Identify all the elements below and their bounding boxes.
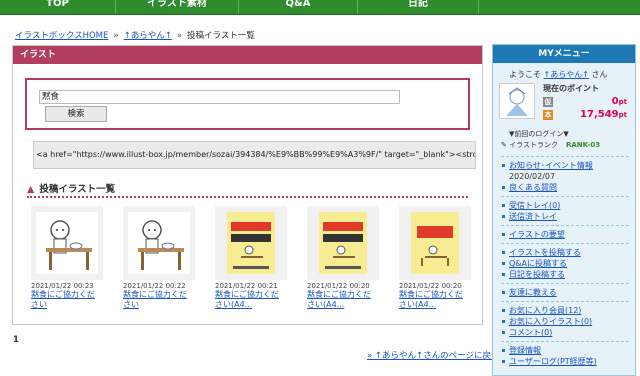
illust-item[interactable]: 2021/01/22 00:21 黙食にご協力くだ さい(A4... [215,206,287,310]
real-badge: 本 [543,109,553,120]
nav-qa[interactable]: Q&A [239,0,358,14]
sidebar-link[interactable]: 友達に教える [501,287,629,298]
sidebar-link[interactable]: お気に入りイラスト(0) [501,316,629,327]
breadcrumb-current: 投稿イラスト一覧 [187,31,255,41]
illust-date: 2021/01/22 00:23 [31,282,94,290]
illust-title[interactable]: 黙食にご協力くだ さい(A4... [307,290,371,309]
embed-code-box[interactable]: <a href="https://www.illust-box.jp/membe… [33,141,476,169]
avatar-image [506,87,528,116]
illust-date: 2021/01/22 00:20 [307,282,370,290]
breadcrumb-sep: » [113,31,119,41]
character-eating-image [138,220,184,270]
rank-value: RANK-03 [565,141,601,149]
pencil-icon: ✎ [501,141,507,149]
sidebar-link[interactable]: イラストを投稿する [501,247,629,258]
main-header: イラスト [13,46,482,64]
sidebar-link[interactable]: イラストの要望 [501,229,629,240]
illust-title[interactable]: 黙食にご協力くだ さい [31,290,95,309]
search-input[interactable]: 黙食 [39,90,400,104]
illust-date: 2021/01/22 00:21 [215,282,278,290]
illust-date: 2021/01/22 00:20 [399,282,462,290]
back-to-user-link[interactable]: » ↑あらやん↑さんのページに戻る [367,349,499,361]
provisional-points: 仮 0pt [543,96,627,107]
illust-rank: ✎ イラストランク RANK-03 [501,141,601,149]
sidebar-link[interactable]: Q&Aに投稿する [501,258,629,269]
points-label: 現在のポイント [543,84,599,93]
sidebar-links: お知らせ･イベント情報 2020/02/07 良くある質問 受信トレイ(0) 送… [501,153,629,367]
nav-top[interactable]: TOP [0,0,116,14]
sidebar-link[interactable]: 送信済トレイ [501,211,629,222]
sidebar-link[interactable]: 登録情報 [501,345,629,356]
breadcrumb-sep: » [176,31,183,41]
sidebar-link[interactable]: お気に入り会員(12) [501,305,629,316]
illust-item[interactable]: 2021/01/22 00:22 黙食にご協力くだ さい [123,206,195,310]
breadcrumb-home[interactable]: イラストボックスHOME [15,31,108,41]
search-box: 黙食 検索 [25,78,470,130]
main-panel: イラスト 黙食 検索 <a href="https://www.illust-b… [12,45,483,325]
welcome-user-link[interactable]: ↑あらやん↑ [544,70,589,79]
illust-item[interactable]: 2021/01/22 00:20 黙食にご協力くだ さい(A4... [307,206,379,310]
poster-image [417,226,453,266]
section-title: ▲ 投稿イラスト一覧 [27,181,115,195]
illust-thumb[interactable] [307,206,379,280]
sidebar-link[interactable]: 受信トレイ(0) [501,200,629,211]
pagination-current: 1 [13,335,19,345]
section-title-text: 投稿イラスト一覧 [39,184,116,195]
illust-title[interactable]: 黙食にご協力くだ さい [123,290,187,309]
sidebar-link[interactable]: 日記を投稿する [501,269,629,280]
poster-image [323,222,363,269]
illust-item[interactable]: 2021/01/22 00:20 黙食にご協力くだ さい(A4... [399,206,471,310]
nav-diary[interactable]: 日記 [358,0,479,14]
my-menu-sidebar: MYメニュー ようこそ ↑あらやん↑ さん 現在のポイント 仮 0pt 本 17… [492,44,636,376]
poster-image [231,222,271,269]
illust-thumb[interactable] [399,206,471,280]
illust-title[interactable]: 黙食にご協力くだ さい(A4... [215,290,279,309]
illust-thumb[interactable] [31,206,103,280]
character-eating-image [46,220,92,270]
illust-thumb[interactable] [215,206,287,280]
provisional-points-value: 0pt [611,96,627,107]
illust-thumb[interactable] [123,206,195,280]
search-button[interactable]: 検索 [45,106,107,122]
breadcrumb-user[interactable]: ↑あらやん↑ [124,31,172,41]
sidebar-link[interactable]: コメント(0) [501,327,629,338]
illust-title[interactable]: 黙食にご協力くだ さい(A4... [399,290,463,309]
illust-list: 2021/01/22 00:23 黙食にご協力くだ さい 2021/01/22 0… [31,206,471,310]
nav-illust[interactable]: イラスト素材 [116,0,239,14]
provisional-badge: 仮 [543,96,553,107]
top-nav: TOP イラスト素材 Q&A 日記 [0,0,640,15]
sidebar-link[interactable]: お知らせ･イベント情報 [501,160,629,171]
breadcrumb: イラストボックスHOME » ↑あらやん↑ » 投稿イラスト一覧 [15,29,255,41]
my-menu-title: MYメニュー [493,45,635,63]
avatar[interactable] [499,83,535,119]
section-divider [27,196,468,198]
sidebar-link[interactable]: 良くある質問 [501,182,629,193]
sidebar-link[interactable]: ユーザーログ(PT経歴等) [501,356,629,367]
illust-item[interactable]: 2021/01/22 00:23 黙食にご協力くだ さい [31,206,103,310]
real-points-value: 17,549pt [580,109,627,120]
upload-icon: ▲ [27,184,35,195]
welcome-text: ようこそ ↑あらやん↑ さん [509,70,608,79]
real-points: 本 17,549pt [543,109,627,120]
illust-date: 2021/01/22 00:22 [123,282,186,290]
last-login-label: ▼前回のログイン▼ [509,130,569,138]
sidebar-date: 2020/02/07 [509,172,556,181]
